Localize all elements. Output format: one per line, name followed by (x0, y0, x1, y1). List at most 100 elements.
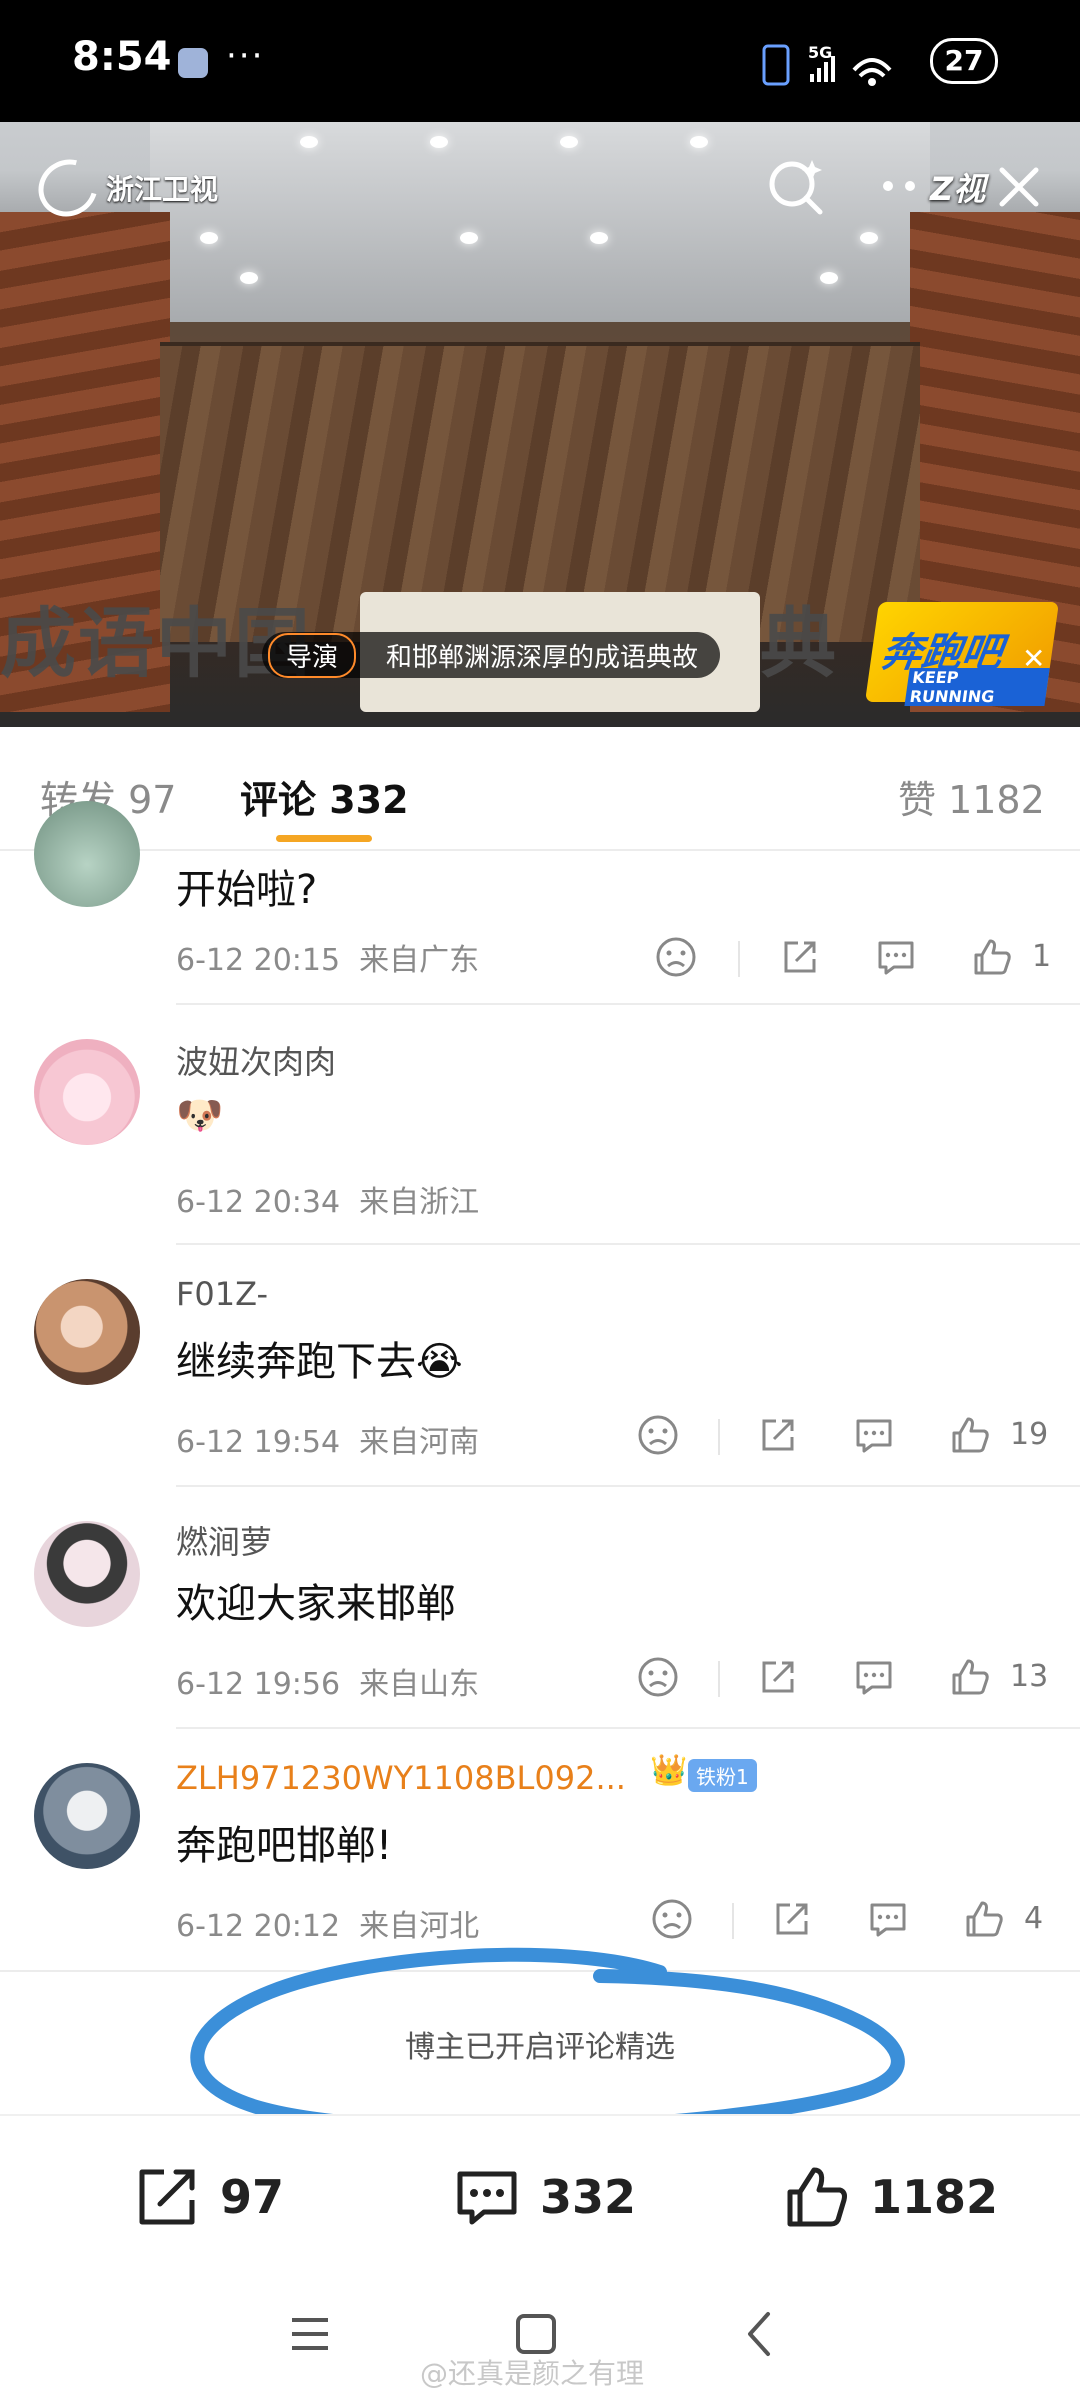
dislike-button[interactable] (636, 1413, 686, 1463)
comment-time: 6-12 20:34 (176, 1185, 341, 1220)
caption-tag: 导演 (268, 632, 357, 678)
system-navigation-bar: @还真是颜之有理 (0, 2264, 1080, 2400)
comment-item: 开始啦? 6-12 20:15 来自广东 1 (0, 801, 1080, 1003)
tab-likes[interactable]: 赞 1182 (898, 769, 1045, 824)
comment-time: 6-12 19:54 (176, 1425, 341, 1460)
app-notification-icon (178, 48, 208, 78)
video-caption: 导演 和邯郸渊源深厚的成语典故 (262, 632, 721, 678)
comment-text: 开始啦? (176, 867, 318, 913)
video-slogan-right: 典 (760, 599, 836, 688)
comment-text: 🐶 (176, 1093, 224, 1137)
signal-icon: 5G (762, 43, 892, 86)
dislike-button[interactable] (654, 935, 704, 985)
tab-comments[interactable]: 评论 332 (240, 769, 409, 824)
frown-icon (656, 937, 696, 977)
active-tab-indicator (276, 835, 372, 842)
thumbs-up-icon (974, 939, 1011, 975)
close-icon[interactable] (996, 164, 1042, 210)
comment-icon (856, 1661, 892, 1695)
status-time: 8:54 (72, 34, 172, 80)
comment-text: 奔跑吧邯郸! (176, 1823, 393, 1869)
dislike-button[interactable] (636, 1655, 686, 1705)
battery-indicator: 27 (930, 38, 998, 84)
close-ad-icon[interactable]: ✕ (1022, 642, 1045, 675)
comment-username[interactable]: ZLH971230WY1108BL092... (176, 1759, 626, 1797)
share-icon (139, 2169, 195, 2225)
like-count: 1182 (870, 2170, 999, 2224)
comment-location: 来自广东 (359, 943, 480, 978)
comment-time: 6-12 20:15 (176, 943, 341, 978)
comment-actions: 1 (630, 935, 1052, 985)
comment-actions: 13 (630, 1655, 1050, 1705)
share-button[interactable] (756, 1413, 806, 1463)
comment-username[interactable]: F01Z- (176, 1275, 268, 1313)
comment-icon (457, 2171, 517, 2225)
like-button[interactable] (948, 1413, 998, 1463)
comment-meta: 6-12 20:15 来自广东 (176, 935, 479, 979)
status-bar: 8:54 ··· 5G 27 (0, 0, 1080, 122)
channel-logo: 浙江卫视 (28, 148, 219, 228)
share-icon (762, 1661, 794, 1693)
comment-count: 332 (540, 2170, 637, 2224)
crown-icon: 👑 (650, 1753, 688, 1788)
thumbs-up-icon (787, 2167, 847, 2227)
comment-time: 6-12 19:56 (176, 1667, 341, 1702)
repost-count: 97 (220, 2170, 285, 2224)
share-button[interactable] (778, 935, 828, 985)
like-button[interactable] (970, 935, 1020, 985)
back-icon[interactable] (730, 2304, 790, 2364)
comment-meta: 6-12 19:54 来自河南 (176, 1417, 479, 1461)
share-button[interactable] (756, 1655, 806, 1705)
avatar[interactable] (34, 1039, 140, 1145)
avatar[interactable] (34, 1521, 140, 1627)
like-count: 19 (1010, 1417, 1049, 1452)
zhejiang-tv-logo-icon (28, 148, 108, 228)
comment-item: F01Z- 继续奔跑下去😭 6-12 19:54 来自河南 19 (0, 1245, 1080, 1485)
tab-bar: 转发 97 评论 332 赞 1182 (0, 727, 1080, 847)
brand-mark: Z视 (930, 170, 986, 208)
avatar[interactable] (34, 801, 140, 907)
comment-meta: 6-12 20:34 来自浙江 (176, 1177, 479, 1221)
more-options-icon[interactable] (880, 176, 920, 196)
channel-logo-text: 浙江卫视 (106, 173, 219, 206)
like-button[interactable]: 1182 (782, 2162, 998, 2232)
thumbs-up-icon (952, 1659, 989, 1695)
search-icon[interactable] (764, 154, 828, 218)
comment-item: 波妞次肉肉 🐶 6-12 20:34 来自浙江 (0, 1005, 1080, 1243)
reply-button[interactable] (852, 1413, 902, 1463)
reply-button[interactable] (874, 935, 924, 985)
comment-button[interactable]: 332 (452, 2162, 636, 2232)
more-notifications-icon: ··· (226, 36, 265, 76)
comment-text: 欢迎大家来邯郸 (176, 1581, 456, 1627)
thumbs-up-icon (952, 1417, 989, 1453)
comment-icon (856, 1419, 892, 1453)
comment-text: 继续奔跑下去😭 (176, 1339, 463, 1385)
menu-icon[interactable] (280, 2304, 340, 2364)
share-icon (784, 941, 816, 973)
video-scene-ceiling (150, 122, 930, 322)
comment-icon (878, 941, 914, 975)
avatar[interactable] (34, 1279, 140, 1385)
comment-actions: 19 (630, 1413, 1050, 1463)
fan-badge[interactable]: 铁粉1 (688, 1759, 757, 1792)
network-type: 5G (808, 43, 832, 62)
repost-button[interactable]: 97 (132, 2162, 284, 2232)
caption-text: 和邯郸渊源深厚的成语典故 (386, 642, 699, 673)
comment-selection-note: 博主已开启评论精选 (0, 1947, 1080, 2136)
like-button[interactable] (948, 1655, 998, 1705)
share-icon (762, 1419, 794, 1451)
like-count: 13 (1010, 1659, 1049, 1694)
video-player[interactable]: 成语中国 典 浙江卫视 Z视 导演 和邯郸渊源深厚的成语典故 奔跑吧 KEEP … (0, 122, 1080, 727)
comment-location: 来自浙江 (359, 1185, 480, 1220)
video-slogan-left: 成语中国 (0, 599, 312, 688)
reply-button[interactable] (852, 1655, 902, 1705)
frown-icon (638, 1415, 678, 1455)
comment-location: 来自山东 (359, 1667, 480, 1702)
like-count: 4 (1024, 1901, 1044, 1936)
like-count: 1 (1032, 939, 1052, 974)
comment-location: 来自河南 (359, 1425, 480, 1460)
avatar[interactable] (34, 1763, 140, 1869)
comment-username[interactable]: 波妞次肉肉 (176, 1037, 336, 1083)
comment-username[interactable]: 燃涧萝 (176, 1517, 272, 1563)
bottom-action-bar: 97 332 1182 (0, 2114, 1080, 2264)
